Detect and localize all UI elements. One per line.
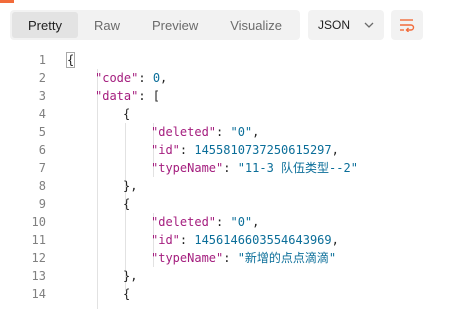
- view-mode-tabs: Pretty Raw Preview Visualize: [10, 10, 301, 40]
- tab-pretty[interactable]: Pretty: [12, 12, 78, 38]
- json-value: "新增的点点滴滴": [237, 251, 337, 265]
- indent-guide: [97, 69, 98, 309]
- code-text: "id": 1456146603554643969,: [151, 231, 339, 249]
- json-punctuation: :: [216, 125, 231, 139]
- wrap-lines-button[interactable]: [391, 10, 424, 40]
- json-key: "typeName": [151, 161, 224, 175]
- format-select[interactable]: JSON: [308, 10, 385, 40]
- json-key: "code": [95, 71, 139, 85]
- json-punctuation: {: [65, 52, 76, 68]
- code-text: "code": 0,: [95, 69, 167, 87]
- json-punctuation: {: [123, 107, 131, 121]
- response-body-editor[interactable]: 1 {2 "code": 0, 3 "data": [ 4 {5 "deleted": "0"…: [0, 51, 473, 309]
- line-number: 4: [38, 107, 46, 121]
- code-text: "id": 1455810737250615297,: [151, 141, 339, 159]
- line-number: 13: [31, 269, 46, 283]
- json-key: "deleted": [151, 125, 217, 139]
- json-punctuation: : [: [138, 89, 161, 103]
- json-punctuation: :: [216, 215, 231, 229]
- code-text: "deleted": "0",: [151, 213, 259, 231]
- chevron-down-icon: [364, 22, 374, 28]
- line-number: 10: [31, 215, 46, 229]
- line-number: 5: [38, 125, 46, 139]
- json-punctuation: :: [179, 233, 195, 247]
- tab-preview[interactable]: Preview: [136, 12, 214, 38]
- json-value: 1455810737250615297: [194, 143, 332, 157]
- json-punctuation: ,: [331, 143, 339, 157]
- code-text: },: [123, 267, 137, 285]
- json-punctuation: },: [123, 269, 138, 283]
- line-number: 8: [38, 179, 46, 193]
- line-number: 9: [38, 197, 46, 211]
- active-tab-accent: [0, 0, 14, 3]
- line-number: 7: [38, 161, 46, 175]
- json-punctuation: {: [123, 197, 131, 211]
- json-punctuation: ,: [331, 233, 339, 247]
- text-wrap-icon: [400, 19, 415, 32]
- json-punctuation: },: [123, 179, 138, 193]
- tab-raw[interactable]: Raw: [78, 12, 136, 38]
- line-number: 6: [38, 143, 46, 157]
- line-number: 3: [38, 89, 46, 103]
- code-text: "data": [: [95, 87, 160, 105]
- response-toolbar: Pretty Raw Preview Visualize JSON: [10, 10, 424, 40]
- json-value: 0: [152, 71, 161, 85]
- json-punctuation: ,: [252, 125, 260, 139]
- json-key: "typeName": [151, 251, 224, 265]
- code-text: "deleted": "0",: [151, 123, 259, 141]
- line-number: 12: [31, 251, 46, 265]
- tab-visualize[interactable]: Visualize: [214, 12, 298, 38]
- format-select-value: JSON: [318, 18, 351, 32]
- code-text: {: [123, 105, 130, 123]
- code-text: "typeName": "新增的点点滴滴": [151, 249, 336, 267]
- json-punctuation: {: [123, 287, 131, 301]
- json-key: "deleted": [151, 215, 217, 229]
- line-number: 14: [31, 287, 46, 301]
- json-punctuation: :: [179, 143, 195, 157]
- json-value: "0": [230, 215, 253, 229]
- line-number: 1: [38, 53, 46, 67]
- code-text: {: [123, 285, 130, 303]
- json-key: "data": [95, 89, 139, 103]
- code-text: {: [65, 51, 76, 69]
- json-punctuation: :: [223, 161, 238, 175]
- line-number: 11: [31, 233, 46, 247]
- json-key: "id": [151, 233, 180, 247]
- json-punctuation: ,: [160, 71, 168, 85]
- json-punctuation: ,: [252, 215, 260, 229]
- code-text: {: [123, 195, 130, 213]
- json-value: "11-3 队伍类型--2": [237, 161, 358, 175]
- json-value: 1456146603554643969: [194, 233, 332, 247]
- json-key: "id": [151, 143, 180, 157]
- line-number: 2: [38, 71, 46, 85]
- code-text: },: [123, 177, 137, 195]
- code-text: "typeName": "11-3 队伍类型--2": [151, 159, 358, 177]
- json-value: "0": [230, 125, 253, 139]
- json-punctuation: :: [223, 251, 238, 265]
- json-punctuation: :: [138, 71, 153, 85]
